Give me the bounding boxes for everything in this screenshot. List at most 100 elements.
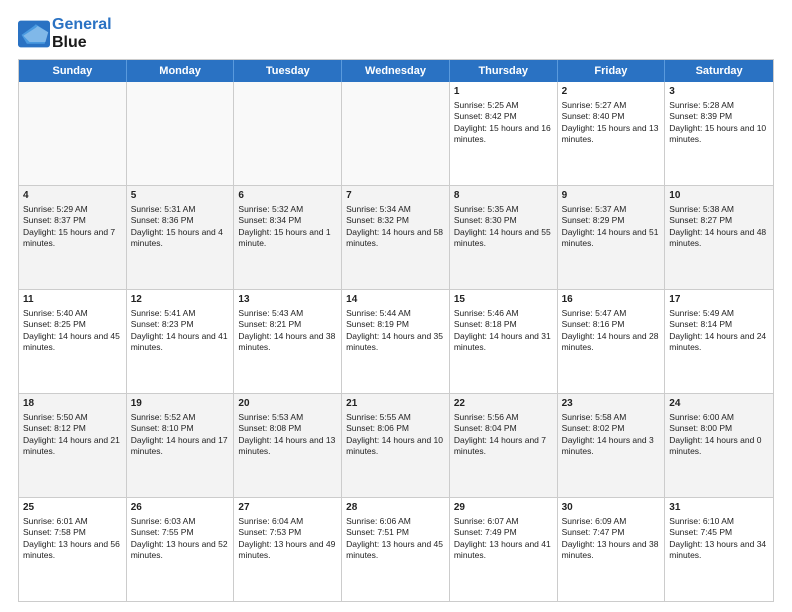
day-number: 23 [562, 397, 661, 411]
weekday-header-wednesday: Wednesday [342, 60, 450, 82]
day-info-line: Sunrise: 6:00 AM [669, 412, 769, 423]
day-info-line: Sunset: 8:18 PM [454, 319, 553, 330]
day-info-line: Sunset: 8:08 PM [238, 423, 337, 434]
day-info-line: Daylight: 14 hours and 13 minutes. [238, 435, 337, 458]
day-number: 9 [562, 189, 661, 203]
day-info-line: Sunset: 7:58 PM [23, 527, 122, 538]
day-info-line: Daylight: 13 hours and 56 minutes. [23, 539, 122, 562]
day-info-line: Sunset: 8:34 PM [238, 215, 337, 226]
day-number: 31 [669, 501, 769, 515]
day-info-line: Daylight: 14 hours and 51 minutes. [562, 227, 661, 250]
day-info-line: Sunset: 8:42 PM [454, 111, 553, 122]
empty-cell [234, 82, 342, 185]
day-info-line: Sunrise: 6:04 AM [238, 516, 337, 527]
day-info-line: Sunset: 8:32 PM [346, 215, 445, 226]
day-info-line: Sunset: 8:04 PM [454, 423, 553, 434]
day-info-line: Daylight: 15 hours and 13 minutes. [562, 123, 661, 146]
day-info-line: Sunrise: 5:40 AM [23, 308, 122, 319]
day-info-line: Sunset: 8:06 PM [346, 423, 445, 434]
logo-blue: Blue [52, 34, 112, 52]
day-info-line: Sunrise: 5:53 AM [238, 412, 337, 423]
day-info-line: Sunset: 7:55 PM [131, 527, 230, 538]
page: General Blue SundayMondayTuesdayWednesda… [0, 0, 792, 612]
day-info-line: Daylight: 14 hours and 55 minutes. [454, 227, 553, 250]
day-number: 3 [669, 85, 769, 99]
day-number: 7 [346, 189, 445, 203]
day-cell-6: 6Sunrise: 5:32 AMSunset: 8:34 PMDaylight… [234, 186, 342, 289]
day-info-line: Sunrise: 5:31 AM [131, 204, 230, 215]
day-info-line: Daylight: 13 hours and 45 minutes. [346, 539, 445, 562]
calendar-header: SundayMondayTuesdayWednesdayThursdayFrid… [19, 60, 773, 82]
day-info-line: Sunset: 8:36 PM [131, 215, 230, 226]
logo-icon [18, 20, 50, 48]
day-info-line: Daylight: 14 hours and 24 minutes. [669, 331, 769, 354]
day-number: 6 [238, 189, 337, 203]
day-cell-19: 19Sunrise: 5:52 AMSunset: 8:10 PMDayligh… [127, 394, 235, 497]
calendar-row-4: 18Sunrise: 5:50 AMSunset: 8:12 PMDayligh… [19, 394, 773, 498]
day-number: 5 [131, 189, 230, 203]
day-info-line: Sunset: 7:51 PM [346, 527, 445, 538]
day-number: 20 [238, 397, 337, 411]
day-cell-27: 27Sunrise: 6:04 AMSunset: 7:53 PMDayligh… [234, 498, 342, 601]
day-number: 8 [454, 189, 553, 203]
day-info-line: Daylight: 14 hours and 7 minutes. [454, 435, 553, 458]
day-info-line: Sunrise: 5:32 AM [238, 204, 337, 215]
day-number: 11 [23, 293, 122, 307]
day-number: 10 [669, 189, 769, 203]
logo-general: General [52, 16, 112, 33]
day-info-line: Sunset: 8:10 PM [131, 423, 230, 434]
day-info-line: Sunset: 8:25 PM [23, 319, 122, 330]
day-info-line: Daylight: 14 hours and 45 minutes. [23, 331, 122, 354]
day-info-line: Sunset: 8:27 PM [669, 215, 769, 226]
day-cell-15: 15Sunrise: 5:46 AMSunset: 8:18 PMDayligh… [450, 290, 558, 393]
day-info-line: Daylight: 14 hours and 10 minutes. [346, 435, 445, 458]
day-info-line: Daylight: 14 hours and 0 minutes. [669, 435, 769, 458]
day-cell-9: 9Sunrise: 5:37 AMSunset: 8:29 PMDaylight… [558, 186, 666, 289]
day-info-line: Sunset: 8:39 PM [669, 111, 769, 122]
day-info-line: Daylight: 13 hours and 49 minutes. [238, 539, 337, 562]
day-cell-30: 30Sunrise: 6:09 AMSunset: 7:47 PMDayligh… [558, 498, 666, 601]
day-info-line: Sunrise: 6:09 AM [562, 516, 661, 527]
day-info-line: Sunrise: 5:34 AM [346, 204, 445, 215]
day-info-line: Daylight: 15 hours and 10 minutes. [669, 123, 769, 146]
day-cell-25: 25Sunrise: 6:01 AMSunset: 7:58 PMDayligh… [19, 498, 127, 601]
day-info-line: Daylight: 14 hours and 38 minutes. [238, 331, 337, 354]
day-info-line: Sunset: 8:02 PM [562, 423, 661, 434]
day-info-line: Sunset: 8:00 PM [669, 423, 769, 434]
day-info-line: Sunset: 8:30 PM [454, 215, 553, 226]
day-number: 17 [669, 293, 769, 307]
day-cell-29: 29Sunrise: 6:07 AMSunset: 7:49 PMDayligh… [450, 498, 558, 601]
day-cell-3: 3Sunrise: 5:28 AMSunset: 8:39 PMDaylight… [665, 82, 773, 185]
day-cell-18: 18Sunrise: 5:50 AMSunset: 8:12 PMDayligh… [19, 394, 127, 497]
calendar-row-1: 1Sunrise: 5:25 AMSunset: 8:42 PMDaylight… [19, 82, 773, 186]
day-info-line: Sunrise: 5:47 AM [562, 308, 661, 319]
day-info-line: Sunset: 8:21 PM [238, 319, 337, 330]
day-info-line: Daylight: 14 hours and 21 minutes. [23, 435, 122, 458]
day-cell-31: 31Sunrise: 6:10 AMSunset: 7:45 PMDayligh… [665, 498, 773, 601]
day-info-line: Sunrise: 5:44 AM [346, 308, 445, 319]
day-info-line: Sunrise: 5:27 AM [562, 100, 661, 111]
day-info-line: Sunrise: 5:55 AM [346, 412, 445, 423]
day-number: 12 [131, 293, 230, 307]
logo: General Blue [18, 16, 112, 51]
day-cell-8: 8Sunrise: 5:35 AMSunset: 8:30 PMDaylight… [450, 186, 558, 289]
day-cell-28: 28Sunrise: 6:06 AMSunset: 7:51 PMDayligh… [342, 498, 450, 601]
day-info-line: Sunrise: 5:46 AM [454, 308, 553, 319]
day-info-line: Sunset: 7:47 PM [562, 527, 661, 538]
day-info-line: Daylight: 14 hours and 17 minutes. [131, 435, 230, 458]
day-cell-23: 23Sunrise: 5:58 AMSunset: 8:02 PMDayligh… [558, 394, 666, 497]
day-number: 30 [562, 501, 661, 515]
day-info-line: Daylight: 14 hours and 48 minutes. [669, 227, 769, 250]
day-number: 29 [454, 501, 553, 515]
day-cell-21: 21Sunrise: 5:55 AMSunset: 8:06 PMDayligh… [342, 394, 450, 497]
day-cell-2: 2Sunrise: 5:27 AMSunset: 8:40 PMDaylight… [558, 82, 666, 185]
day-cell-17: 17Sunrise: 5:49 AMSunset: 8:14 PMDayligh… [665, 290, 773, 393]
day-info-line: Sunrise: 5:38 AM [669, 204, 769, 215]
day-info-line: Sunset: 7:45 PM [669, 527, 769, 538]
day-info-line: Daylight: 13 hours and 41 minutes. [454, 539, 553, 562]
day-info-line: Sunrise: 5:37 AM [562, 204, 661, 215]
weekday-header-thursday: Thursday [450, 60, 558, 82]
day-info-line: Sunrise: 5:56 AM [454, 412, 553, 423]
header: General Blue [18, 16, 774, 51]
day-cell-1: 1Sunrise: 5:25 AMSunset: 8:42 PMDaylight… [450, 82, 558, 185]
